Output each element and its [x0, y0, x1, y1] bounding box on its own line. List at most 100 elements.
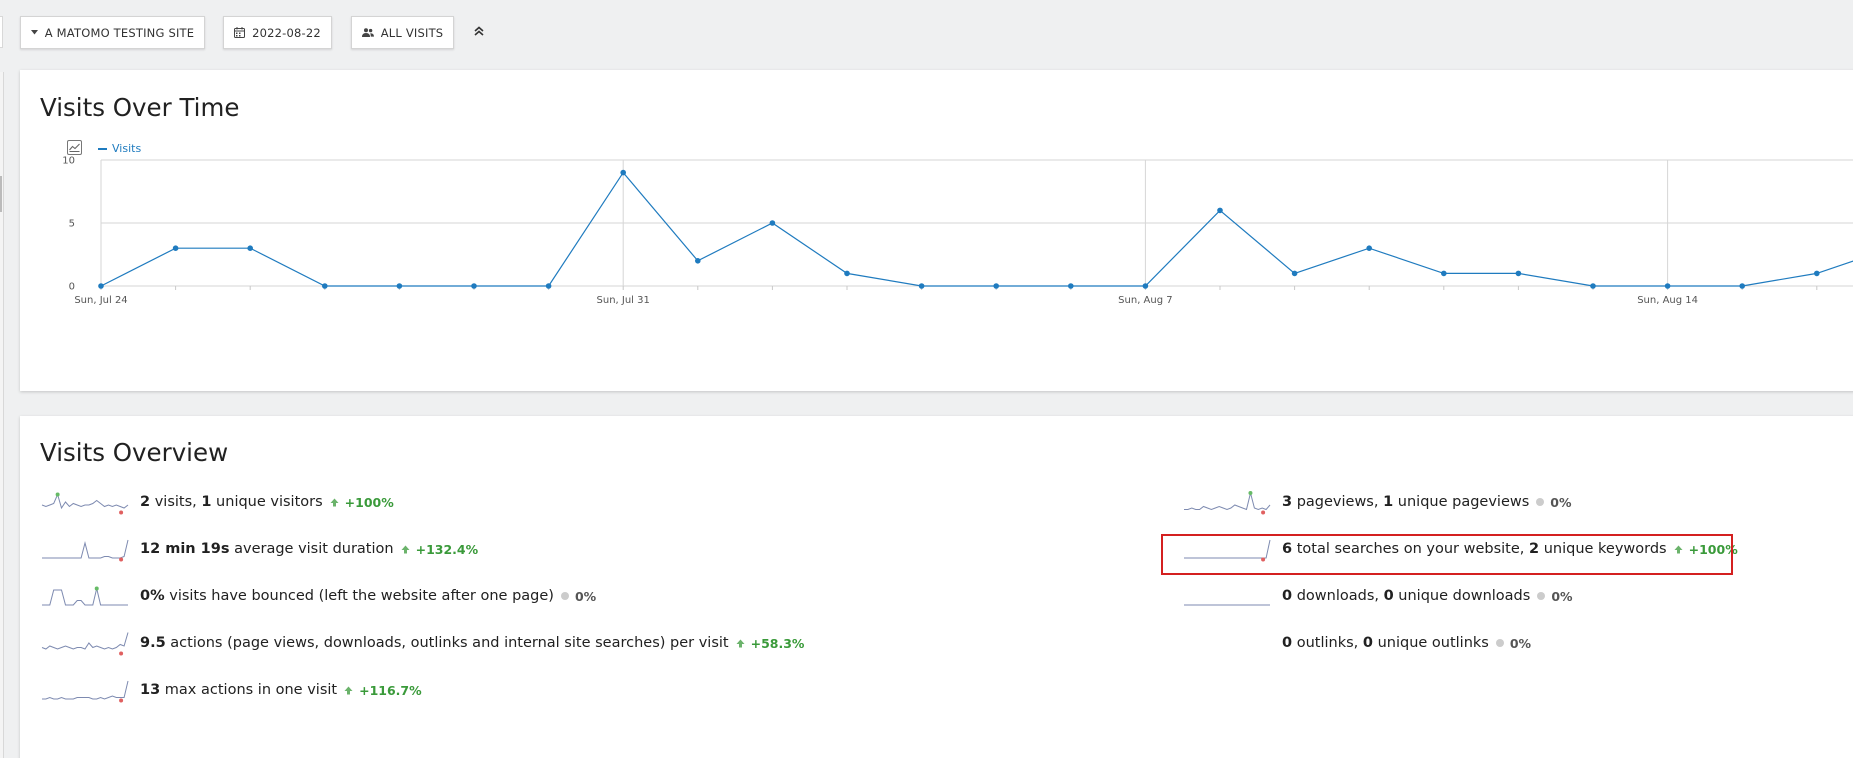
- metric-label: outlinks,: [1292, 635, 1363, 651]
- data-point[interactable]: [1590, 283, 1596, 289]
- metric-value: 0: [1383, 588, 1394, 604]
- data-point[interactable]: [471, 283, 477, 289]
- trend-up-icon: [736, 639, 745, 647]
- data-point[interactable]: [322, 283, 328, 289]
- metric-label: unique pageviews: [1393, 494, 1530, 510]
- calendar-icon: [234, 27, 246, 38]
- trend-percentage: 0%: [1509, 635, 1532, 651]
- data-point[interactable]: [993, 283, 999, 289]
- left-panel-handle[interactable]: [0, 176, 2, 212]
- data-point[interactable]: [396, 283, 403, 289]
- data-point[interactable]: [844, 270, 850, 277]
- data-point[interactable]: [1366, 245, 1372, 251]
- data-point[interactable]: [98, 283, 104, 289]
- metric-label: visits have bounced (left the website af…: [164, 588, 554, 604]
- x-tick-label: Sun, Aug 7: [1118, 295, 1172, 306]
- segment-selector-button[interactable]: ALL VISITS: [351, 16, 454, 49]
- trend-percentage: +132.4%: [415, 541, 479, 557]
- overview-metric-text: 0 downloads, 0 unique downloads 0%: [1282, 588, 1573, 604]
- data-point[interactable]: [1739, 283, 1745, 289]
- visits-overview-widget: Visits Overview 2 visits, 1 unique visit…: [20, 416, 1853, 758]
- widget-title: Visits Overview: [40, 438, 229, 467]
- series-line-visits: [100, 171, 1853, 287]
- sparkline: [1182, 631, 1272, 657]
- sparkline: [1184, 491, 1271, 515]
- sparkline: [42, 680, 129, 703]
- metric-value: 13: [140, 682, 161, 698]
- trend-up-icon: [330, 498, 339, 506]
- sparkline-path: [41, 493, 129, 510]
- trend-up-icon: [344, 686, 353, 694]
- data-point[interactable]: [918, 283, 925, 289]
- trend-percentage: +58.3%: [750, 635, 805, 651]
- metric-label: actions (page views, downloads, outlinks…: [165, 635, 729, 651]
- sparkline-path: [1184, 492, 1271, 511]
- metric-value: 0: [1362, 635, 1373, 651]
- sparkline: [41, 492, 129, 515]
- x-tick-label: Sun, Jul 31: [597, 295, 650, 306]
- trend-neutral-icon: [1537, 592, 1546, 600]
- data-point[interactable]: [1515, 270, 1522, 277]
- metric-label: visits,: [150, 494, 202, 510]
- metric-value: 0%: [140, 588, 165, 604]
- trend-neutral-icon: [560, 592, 569, 600]
- overview-metric-text: 0% visits have bounced (left the website…: [140, 588, 596, 604]
- sparkline-max-dot: [1248, 491, 1253, 495]
- sparkline-max-dot: [94, 586, 99, 591]
- sparkline-path: [42, 588, 128, 606]
- data-point[interactable]: [1217, 207, 1223, 214]
- trend-percentage: +116.7%: [359, 682, 422, 698]
- metric-label: unique visitors: [211, 494, 323, 510]
- toolbar-left-edge: [0, 16, 3, 48]
- metric-value: 12 min 19s: [140, 541, 230, 557]
- overview-metric-text: 13 max actions in one visit +116.7%: [140, 682, 422, 698]
- data-point[interactable]: [1664, 283, 1671, 289]
- trend-percentage: +100%: [344, 494, 394, 510]
- site-selector-button[interactable]: A MATOMO TESTING SITE: [20, 16, 205, 49]
- data-point[interactable]: [247, 245, 253, 251]
- metric-value: 0: [1282, 635, 1293, 651]
- trend-percentage: 0%: [1550, 494, 1572, 510]
- y-tick-label: 5: [69, 219, 75, 230]
- sparkline-min-dot: [119, 651, 124, 656]
- sparkline-min-dot: [1261, 510, 1266, 515]
- sparkline-max-dot: [55, 492, 60, 497]
- visits-line-chart[interactable]: 0 5 10 Sun, Jul 24 Sun, Jul 31 Sun, Aug 7 Sun,…: [20, 70, 1853, 391]
- data-point[interactable]: [769, 220, 776, 226]
- left-panel-edge: [0, 72, 4, 758]
- sparkline-min-dot: [119, 698, 124, 703]
- metric-value: 1: [201, 494, 212, 510]
- data-point[interactable]: [1814, 270, 1820, 277]
- trend-neutral-icon: [1536, 498, 1545, 506]
- date-selector-button[interactable]: 2022-08-22: [223, 16, 332, 49]
- overview-metric-text: 0 outlinks, 0 unique outlinks 0%: [1282, 635, 1531, 651]
- sparkline-path: [42, 539, 129, 559]
- metric-label: max actions in one visit: [160, 682, 338, 698]
- collapse-toolbar-icon[interactable]: [472, 22, 486, 40]
- data-point[interactable]: [1142, 283, 1149, 289]
- sparkline: [42, 539, 129, 562]
- data-point[interactable]: [695, 258, 701, 264]
- data-point[interactable]: [545, 283, 552, 289]
- data-point[interactable]: [172, 245, 179, 251]
- sparkline-path: [42, 680, 129, 700]
- metric-value: 1: [1383, 494, 1394, 510]
- visits-over-time-widget: Visits Over Time Visits 0 5 10 Sun, Jul 24 S…: [20, 70, 1853, 391]
- date-selector-label: 2022-08-22: [252, 25, 321, 40]
- metric-label: pageviews,: [1292, 494, 1384, 510]
- caret-down-icon: [30, 30, 38, 35]
- y-tick-label: 0: [69, 282, 75, 293]
- data-point[interactable]: [1068, 283, 1074, 289]
- sparkline: [41, 632, 129, 656]
- metric-label: unique outlinks: [1372, 635, 1489, 651]
- trend-percentage: 0%: [1551, 588, 1573, 604]
- site-selector-label: A MATOMO TESTING SITE: [44, 25, 195, 40]
- segment-selector-label: ALL VISITS: [380, 25, 444, 40]
- data-point[interactable]: [1441, 270, 1447, 277]
- top-toolbar: A MATOMO TESTING SITE 2022-08-22 ALL VIS…: [0, 0, 1853, 66]
- trend-up-icon: [401, 545, 410, 553]
- data-point[interactable]: [620, 169, 626, 176]
- users-icon: [361, 28, 374, 37]
- sparkline: [42, 586, 128, 606]
- data-point[interactable]: [1291, 270, 1298, 277]
